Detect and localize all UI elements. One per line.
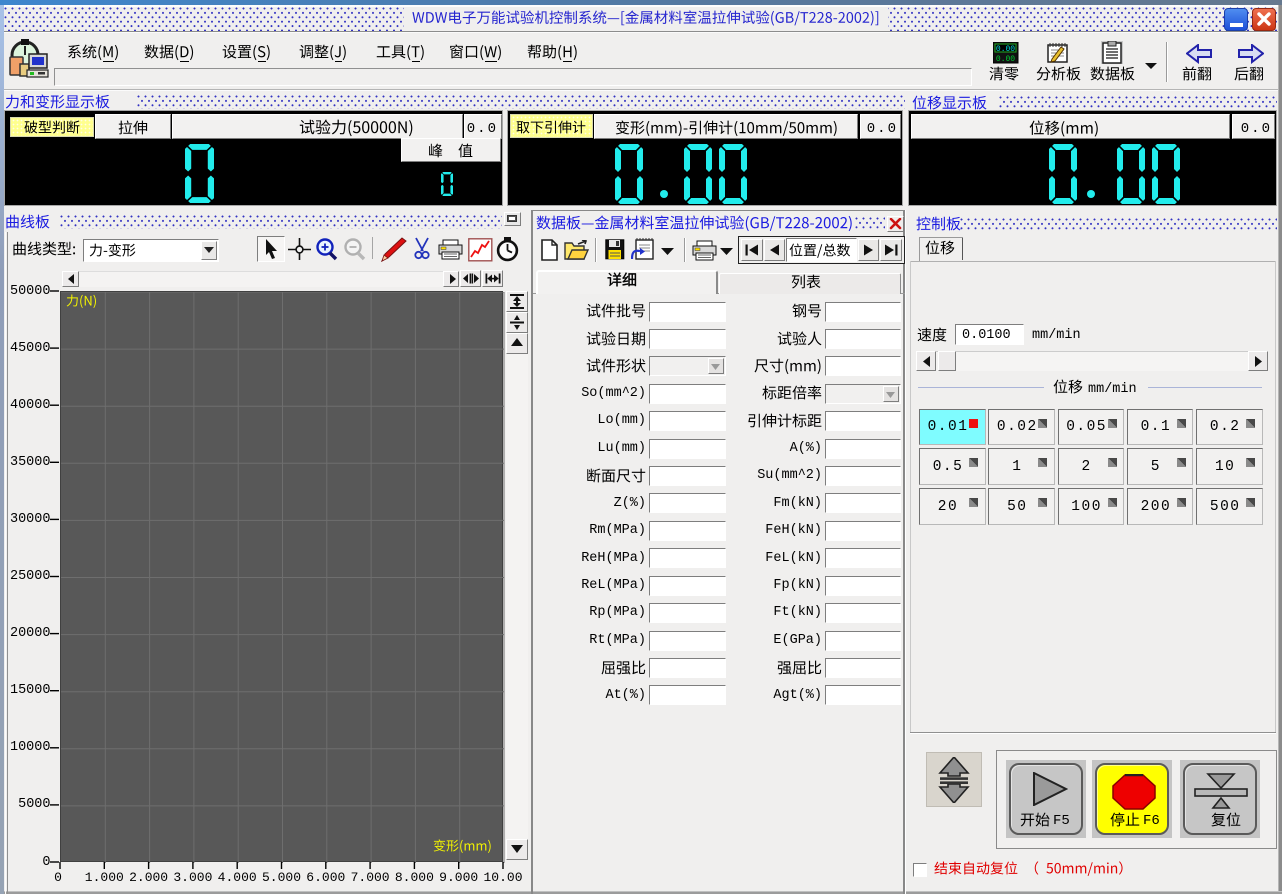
svg-text:0.00: 0.00 bbox=[996, 45, 1015, 54]
svg-text:0.00: 0.00 bbox=[996, 55, 1015, 64]
